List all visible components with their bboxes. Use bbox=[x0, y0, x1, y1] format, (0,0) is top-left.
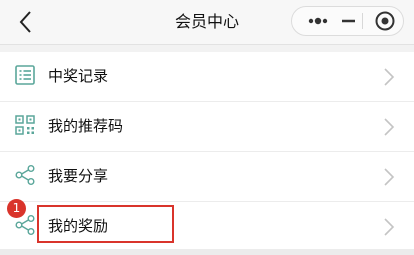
top-navigation-bar: 会员中心 bbox=[0, 0, 414, 45]
menu-item-referral-code[interactable]: 我的推荐码 bbox=[0, 102, 414, 152]
chevron-right-icon bbox=[384, 218, 395, 236]
target-close-icon[interactable] bbox=[368, 7, 402, 35]
chevron-right-icon bbox=[384, 168, 395, 186]
more-dots-icon[interactable] bbox=[300, 7, 334, 35]
qr-code-icon bbox=[15, 115, 35, 135]
chevron-right-icon bbox=[384, 118, 395, 136]
annotation-step-badge: 1 bbox=[7, 199, 26, 218]
annotation-highlight-box bbox=[37, 205, 174, 243]
capsule-divider bbox=[362, 13, 363, 29]
menu-item-label: 我的推荐码 bbox=[48, 117, 124, 135]
menu-item-win-records[interactable]: 中奖记录 bbox=[0, 52, 414, 102]
bottom-divider-strip bbox=[0, 249, 414, 255]
menu-item-label: 中奖记录 bbox=[48, 67, 109, 85]
menu-item-label: 我要分享 bbox=[48, 167, 109, 185]
mini-program-capsule bbox=[291, 6, 404, 36]
chevron-right-icon bbox=[384, 68, 395, 86]
share-icon bbox=[15, 165, 35, 185]
list-icon bbox=[15, 65, 35, 85]
menu-item-share[interactable]: 我要分享 bbox=[0, 152, 414, 202]
